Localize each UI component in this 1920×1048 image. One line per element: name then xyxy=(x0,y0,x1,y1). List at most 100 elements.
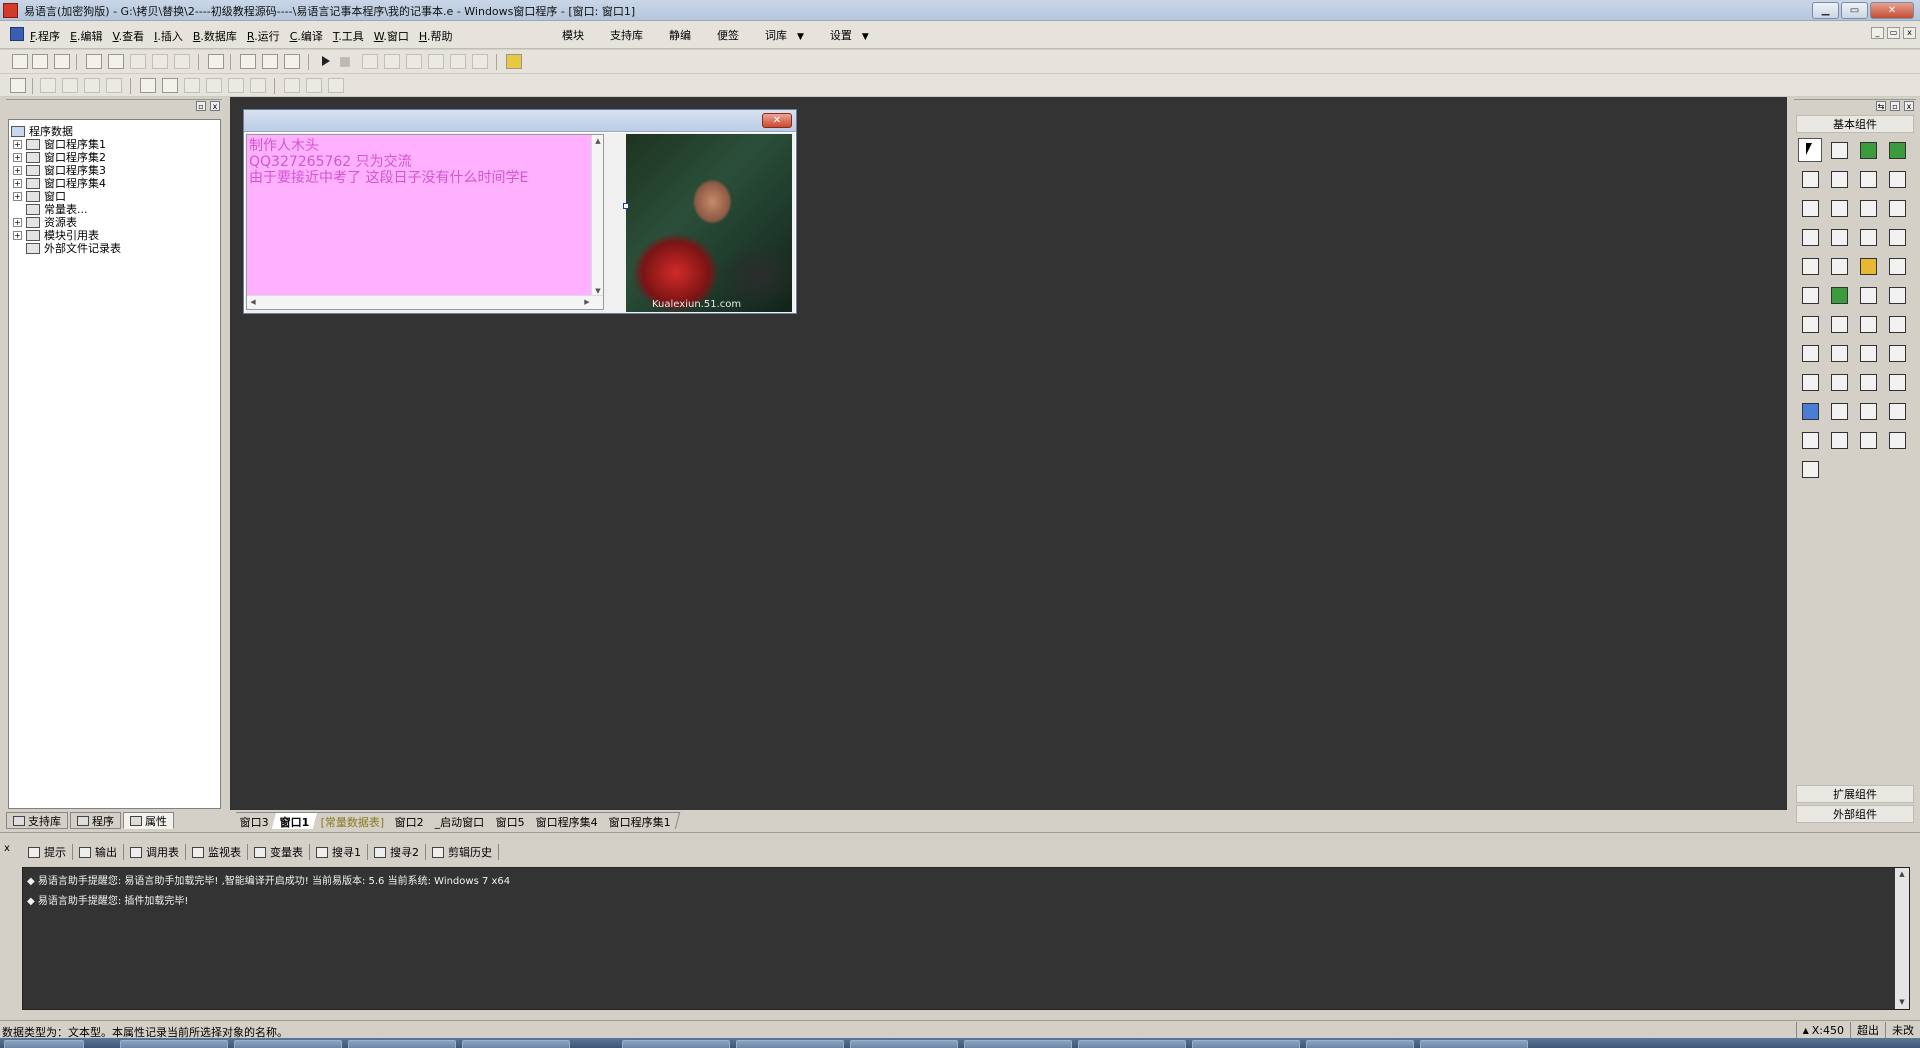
redo-icon[interactable] xyxy=(152,54,168,69)
scroll-right-icon[interactable]: ▶ xyxy=(581,296,593,309)
basic-components-header[interactable]: 基本组件 xyxy=(1796,115,1914,133)
component-tool-icon[interactable] xyxy=(1827,196,1851,220)
close-button[interactable]: ✕ xyxy=(1870,2,1914,19)
new-file-icon[interactable] xyxy=(12,54,28,69)
stop-icon[interactable] xyxy=(340,57,350,67)
component-tool-icon[interactable] xyxy=(1827,254,1851,278)
component-tool-icon[interactable] xyxy=(1856,225,1880,249)
component-tool-icon[interactable] xyxy=(1885,254,1909,278)
same-height-icon[interactable] xyxy=(206,78,222,93)
output-tab[interactable]: 监视表 xyxy=(186,844,248,860)
output-tab[interactable]: 变量表 xyxy=(248,844,310,860)
center-vertical-icon[interactable] xyxy=(162,78,178,93)
menu-item[interactable]: W.窗口 xyxy=(374,28,409,44)
document-icon[interactable] xyxy=(10,27,24,41)
expand-icon[interactable]: + xyxy=(13,217,22,227)
component-tool-icon[interactable] xyxy=(1798,283,1822,307)
run-icon[interactable] xyxy=(318,54,334,69)
document-tab[interactable]: [常量数据表] xyxy=(312,812,394,829)
paste-icon[interactable] xyxy=(130,54,146,69)
taskbar-item[interactable] xyxy=(120,1040,228,1048)
align-bottom-icon[interactable] xyxy=(106,78,122,93)
undo-icon[interactable] xyxy=(174,54,190,69)
component-tool-icon[interactable] xyxy=(1856,138,1880,162)
taskbar-item[interactable] xyxy=(1192,1040,1300,1048)
maximize-button[interactable]: ▭ xyxy=(1841,2,1868,19)
align-left-icon[interactable] xyxy=(40,78,56,93)
output-tab[interactable]: 剪辑历史 xyxy=(426,844,499,860)
float-panel-button[interactable]: ▫ xyxy=(196,101,206,111)
component-tool-icon[interactable] xyxy=(1885,196,1909,220)
output-scrollbar[interactable]: ▲ ▼ xyxy=(1895,868,1909,1009)
form-title-bar[interactable]: ✕ xyxy=(244,110,796,132)
tab-properties[interactable]: 属性 xyxy=(123,812,174,829)
component-tool-icon[interactable] xyxy=(1798,399,1822,423)
app-icon[interactable] xyxy=(3,3,18,18)
component-tool-icon[interactable] xyxy=(1798,254,1822,278)
v-spacing-icon[interactable] xyxy=(306,78,322,93)
document-tab[interactable]: 窗口5 xyxy=(487,812,535,829)
component-tool-icon[interactable] xyxy=(1798,428,1822,452)
component-tool-icon[interactable] xyxy=(1827,428,1851,452)
space-evenly-icon[interactable] xyxy=(250,78,266,93)
vertical-scrollbar[interactable]: ▲ ▼ xyxy=(591,135,603,297)
open-folder-icon[interactable] xyxy=(32,54,48,69)
scroll-up-icon[interactable]: ▲ xyxy=(592,135,603,147)
edit-box-control[interactable]: 制作人木头 QQ327265762 只为交流 由于要接近中考了 这段日子没有什么… xyxy=(246,134,604,310)
menu-item[interactable]: H.帮助 xyxy=(419,28,453,44)
component-tool-icon[interactable] xyxy=(1827,138,1851,162)
component-tool-icon[interactable] xyxy=(1827,167,1851,191)
component-tool-icon[interactable] xyxy=(1885,370,1909,394)
run-to-cursor-icon[interactable] xyxy=(428,54,444,69)
component-tool-icon[interactable] xyxy=(1827,283,1851,307)
component-tool-icon[interactable] xyxy=(1885,283,1909,307)
close-panel-button[interactable]: x xyxy=(210,101,220,111)
taskbar-item[interactable] xyxy=(622,1040,730,1048)
taskbar-item[interactable] xyxy=(850,1040,958,1048)
scroll-up-icon[interactable]: ▲ xyxy=(1895,868,1909,881)
menu-item[interactable]: R.运行 xyxy=(247,28,280,44)
component-tool-icon[interactable] xyxy=(1856,283,1880,307)
tab-program[interactable]: 程序 xyxy=(70,812,121,829)
chevron-down-icon[interactable]: ▼ xyxy=(862,32,869,42)
component-tool-icon[interactable] xyxy=(1798,196,1822,220)
output-tab[interactable]: 提示 xyxy=(22,844,73,860)
mdi-close-button[interactable]: x xyxy=(1903,27,1916,39)
component-tool-icon[interactable] xyxy=(1885,341,1909,365)
copy-icon[interactable] xyxy=(108,54,124,69)
expand-icon[interactable]: + xyxy=(13,152,22,162)
grid-icon[interactable] xyxy=(10,78,26,93)
step-out-icon[interactable] xyxy=(406,54,422,69)
menu-item[interactable]: C.编译 xyxy=(290,28,323,44)
minimize-button[interactable]: ▁ xyxy=(1812,2,1839,19)
component-tool-icon[interactable] xyxy=(1885,399,1909,423)
menu-settings[interactable]: 设置 ▼ xyxy=(830,27,869,43)
output-tab[interactable]: 调用表 xyxy=(124,844,186,860)
horizontal-scrollbar[interactable]: ◀ ▶ xyxy=(247,295,603,309)
component-tool-icon[interactable] xyxy=(1798,457,1822,481)
chevron-down-icon[interactable]: ▼ xyxy=(797,32,804,42)
layout-bottom-icon[interactable] xyxy=(262,54,278,69)
taskbar-item[interactable] xyxy=(234,1040,342,1048)
form-window-preview[interactable]: ✕ 制作人木头 QQ327265762 只为交流 由于要接近中考了 这段日子没有… xyxy=(243,109,797,314)
menu-item[interactable]: F.程序 xyxy=(30,28,60,44)
mdi-restore-button[interactable]: ▭ xyxy=(1887,27,1900,39)
hand-icon[interactable] xyxy=(472,54,488,69)
component-tool-icon[interactable] xyxy=(1856,341,1880,365)
menu-item[interactable]: E.编辑 xyxy=(70,28,102,44)
component-tool-icon[interactable] xyxy=(1827,225,1851,249)
menu-static-compile[interactable]: 静编 xyxy=(669,27,691,43)
output-tab[interactable]: 输出 xyxy=(73,844,124,860)
scroll-down-icon[interactable]: ▼ xyxy=(1895,996,1909,1009)
component-tool-icon[interactable] xyxy=(1885,225,1909,249)
component-tool-icon[interactable] xyxy=(1885,312,1909,336)
output-console[interactable]: ◆ 易语言助手提醒您: 易语言助手加载完毕! ,智能编译开启成功! 当前易版本:… xyxy=(22,867,1910,1010)
start-button[interactable] xyxy=(4,1040,84,1048)
menu-notes[interactable]: 便签 xyxy=(717,27,739,43)
project-tree[interactable]: 程序数据 + 窗口程序集1 + 窗口程序集2 + 窗口程序集3 + 窗口程序集4 + 窗口 常量表..… xyxy=(8,119,221,809)
align-right-icon[interactable] xyxy=(62,78,78,93)
component-tool-icon[interactable] xyxy=(1885,428,1909,452)
component-tool-icon[interactable] xyxy=(1885,138,1909,162)
component-tool-icon[interactable] xyxy=(1827,341,1851,365)
component-tool-icon[interactable] xyxy=(1827,312,1851,336)
